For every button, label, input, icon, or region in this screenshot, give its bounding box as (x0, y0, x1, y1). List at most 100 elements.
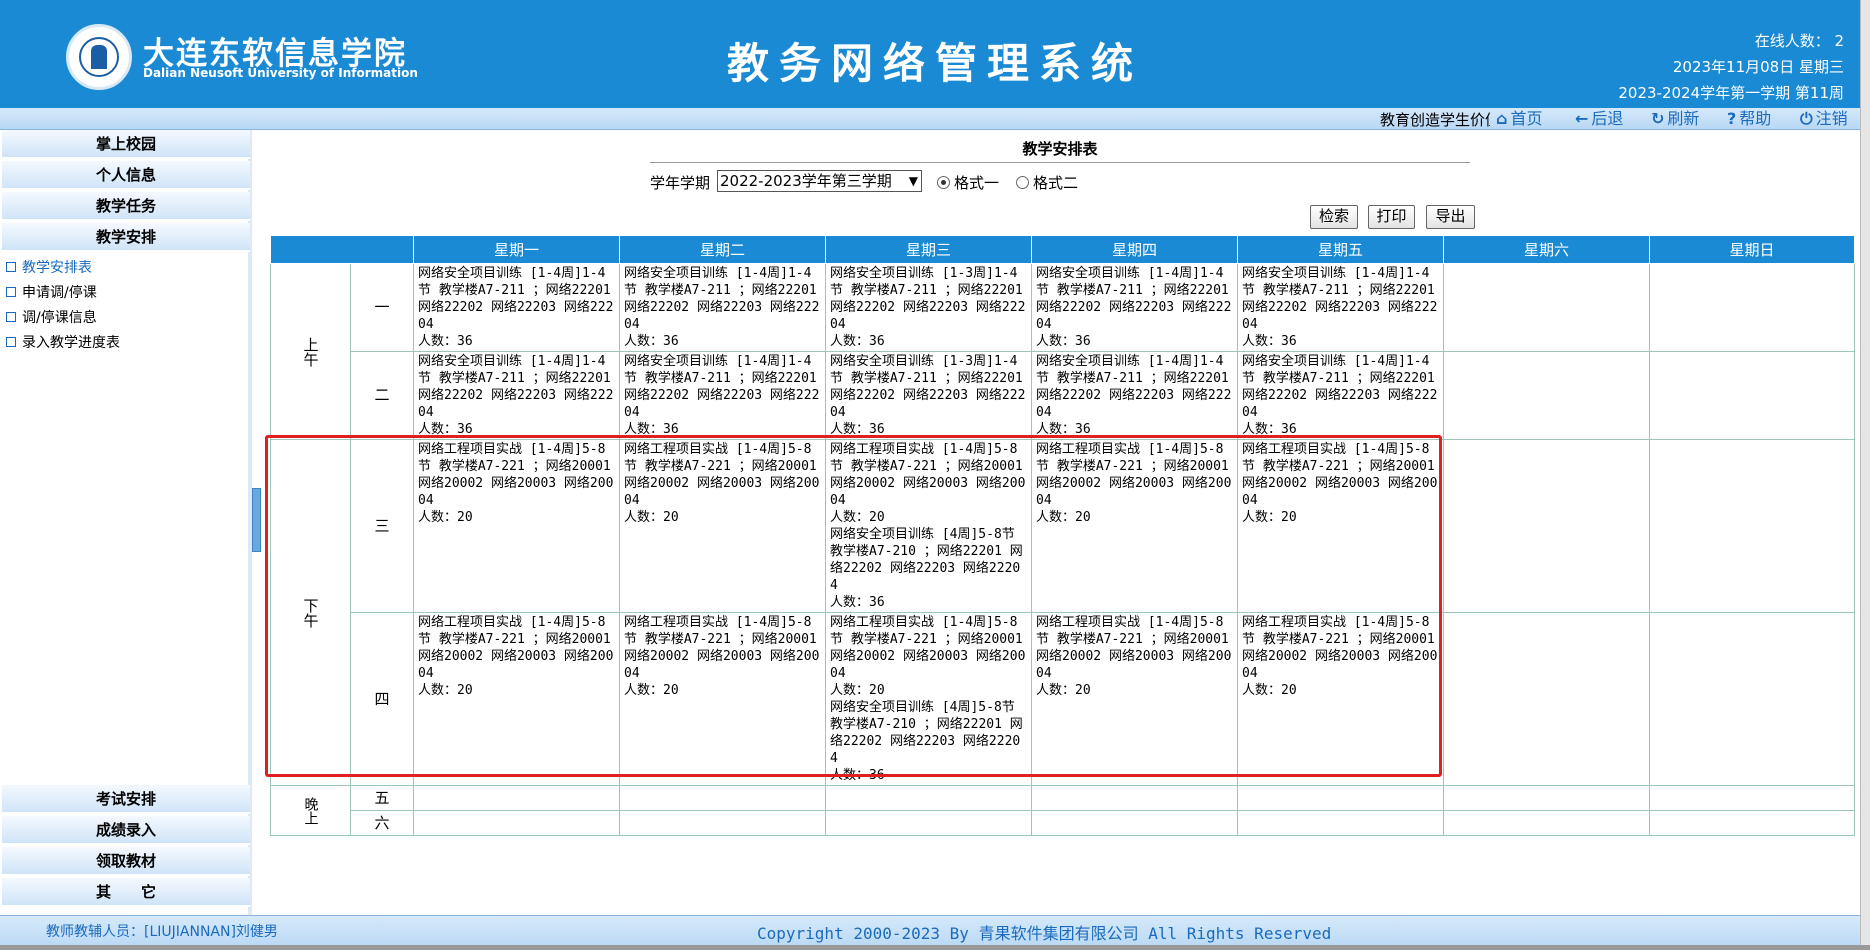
sidebar-teaching-tasks[interactable]: 教学任务 (2, 192, 250, 221)
schedule-cell[interactable] (1237, 810, 1444, 836)
schedule-cell[interactable] (1443, 785, 1650, 811)
schedule-cell[interactable]: 网络工程项目实战 [1-4周]5-8节 教学楼A7-221 ；网络20001 网… (825, 439, 1032, 613)
logout-link[interactable]: ⏻ 注销 (1800, 108, 1848, 130)
term-label: 学年学期 (650, 174, 711, 192)
schedule-cell[interactable] (1649, 785, 1855, 811)
schedule-cell[interactable] (1443, 810, 1650, 836)
refresh-link[interactable]: ↻ 刷新 (1651, 108, 1699, 130)
sidebar-other[interactable]: 其 它 (2, 878, 250, 907)
export-button[interactable]: 导出 (1426, 205, 1475, 229)
schedule-cell[interactable]: 网络安全项目训练 [1-4周]1-4节 教学楼A7-211 ；网络22201 网… (619, 351, 826, 440)
schedule-cell[interactable]: 网络安全项目训练 [1-4周]1-4节 教学楼A7-211 ；网络22201 网… (1031, 263, 1238, 352)
search-button[interactable]: 检索 (1310, 205, 1358, 229)
schedule-cell[interactable] (1649, 612, 1855, 786)
half-day-label: 晚上 (270, 785, 351, 836)
sidebar-exam-arrangement[interactable]: 考试安排 (2, 785, 250, 814)
sidebar-mobile-campus[interactable]: 掌上校园 (2, 130, 250, 159)
sidebar-grade-entry[interactable]: 成绩录入 (2, 816, 250, 845)
refresh-label: 刷新 (1667, 109, 1700, 128)
format-one-radio[interactable]: 格式一 (937, 172, 999, 193)
copyright-org-link[interactable]: 青果软件集团有限公司 (979, 924, 1139, 943)
schedule-cell[interactable] (1237, 785, 1444, 811)
refresh-icon: ↻ (1651, 109, 1665, 128)
schedule-cell[interactable]: 网络工程项目实战 [1-4周]5-8节 教学楼A7-221 ；网络20001 网… (1031, 612, 1238, 786)
schedule-cell[interactable] (413, 810, 620, 836)
period-row: 上午 一 网络安全项目训练 [1-4周]1-4节 教学楼A7-211 ；网络22… (270, 263, 1855, 440)
schedule-cell[interactable] (1031, 785, 1238, 811)
period-row: 下午 三 网络工程项目实战 [1-4周]5-8节 教学楼A7-221 ；网络20… (270, 439, 1855, 786)
system-title: 教务网络管理系统 (726, 39, 1143, 88)
schedule-cell[interactable]: 网络安全项目训练 [1-4周]1-4节 教学楼A7-211 ；网络22201 网… (1237, 263, 1444, 352)
radio-label: 格式二 (1033, 174, 1079, 192)
schedule-cell[interactable]: 网络安全项目训练 [1-4周]1-4节 教学楼A7-211 ；网络22201 网… (413, 263, 620, 352)
schedule-cell[interactable] (1649, 439, 1855, 613)
schedule-cell[interactable]: 网络工程项目实战 [1-4周]5-8节 教学楼A7-221 ；网络20001 网… (413, 612, 620, 786)
day-header-row: 星期一 星期二 星期三 星期四 星期五 星期六 星期日 (270, 235, 1855, 264)
checkbox-icon (6, 287, 16, 297)
schedule-cell[interactable]: 网络工程项目实战 [1-4周]5-8节 教学楼A7-221 ；网络20001 网… (1031, 439, 1238, 613)
checkbox-icon (6, 337, 16, 347)
schedule-cell[interactable] (619, 785, 826, 811)
radio-icon (1016, 176, 1029, 189)
day-header: 星期四 (1031, 235, 1238, 264)
sidebar-item-progress[interactable]: 录入教学进度表 (6, 332, 120, 352)
schedule-cell[interactable] (413, 785, 620, 811)
sidebar-teaching-arrangement[interactable]: 教学安排 (2, 223, 250, 252)
schedule-cell[interactable] (1443, 439, 1650, 613)
schedule-cell[interactable]: 网络工程项目实战 [1-4周]5-8节 教学楼A7-221 ；网络20001 网… (825, 612, 1032, 786)
back-link[interactable]: ← 后退 (1575, 108, 1623, 130)
home-link[interactable]: ⌂ 首页 (1496, 108, 1542, 130)
sidebar-item-schedule[interactable]: 教学安排表 (6, 257, 92, 277)
schedule-cell[interactable] (1443, 263, 1650, 352)
schedule-cell[interactable] (1031, 810, 1238, 836)
footer-copyright: Copyright 2000-2023 By 青果软件集团有限公司 All Ri… (757, 920, 1331, 944)
schedule-cell[interactable] (1443, 351, 1650, 440)
copyright-text: Copyright 2000-2023 By (757, 924, 969, 943)
term-select[interactable]: 2022-2023学年第三学期 ▼ (717, 170, 922, 192)
sidebar: 掌上校园 个人信息 教学任务 教学安排 教学安排表 申请调/停课 调/停课信息 … (0, 130, 252, 915)
help-link[interactable]: ? 帮助 (1727, 108, 1771, 130)
schedule-cell[interactable]: 网络安全项目训练 [1-4周]1-4节 教学楼A7-211 ；网络22201 网… (619, 263, 826, 352)
schedule-cell[interactable]: 网络安全项目训练 [1-3周]1-4节 教学楼A7-211 ；网络22201 网… (825, 351, 1032, 440)
day-header: 星期五 (1237, 235, 1444, 264)
current-date: 2023年11月08日 星期三 (1672, 58, 1844, 76)
schedule-cell[interactable]: 网络工程项目实战 [1-4周]5-8节 教学楼A7-221 ；网络20001 网… (1237, 439, 1444, 613)
schedule-cell[interactable] (619, 810, 826, 836)
period-row: 晚上 五 (270, 785, 1855, 836)
format-two-radio[interactable]: 格式二 (1016, 172, 1078, 193)
sidebar-item-apply-change[interactable]: 申请调/停课 (6, 282, 97, 302)
schedule-cell[interactable]: 网络安全项目训练 [1-4周]1-4节 教学楼A7-211 ；网络22201 网… (413, 351, 620, 440)
marquee-motto: 教育创造学生价值 (1380, 111, 1490, 129)
sidebar-textbooks[interactable]: 领取教材 (2, 847, 250, 876)
checkbox-icon (6, 312, 16, 322)
schedule-cell[interactable]: 网络安全项目训练 [1-3周]1-4节 教学楼A7-211 ；网络22201 网… (825, 263, 1032, 352)
window-right-edge (1860, 0, 1870, 950)
schedule-cell[interactable]: 网络安全项目训练 [1-4周]1-4节 教学楼A7-211 ；网络22201 网… (1237, 351, 1444, 440)
checkbox-icon (6, 262, 16, 272)
print-button[interactable]: 打印 (1368, 205, 1415, 229)
period-label: 四 (350, 612, 414, 786)
period-row: 四 网络工程项目实战 [1-4周]5-8节 教学楼A7-221 ；网络20001… (271, 612, 1855, 786)
schedule-cell[interactable]: 网络工程项目实战 [1-4周]5-8节 教学楼A7-221 ；网络20001 网… (413, 439, 620, 613)
back-icon: ← (1575, 109, 1589, 128)
schedule-cell[interactable] (1649, 263, 1855, 352)
schedule-cell[interactable]: 网络工程项目实战 [1-4周]5-8节 教学楼A7-221 ；网络20001 网… (1237, 612, 1444, 786)
schedule-cell[interactable] (1443, 612, 1650, 786)
sidebar-collapse-handle[interactable] (252, 488, 261, 552)
schedule-cell[interactable]: 网络工程项目实战 [1-4周]5-8节 教学楼A7-221 ；网络20001 网… (619, 612, 826, 786)
sidebar-item-change-info[interactable]: 调/停课信息 (6, 307, 97, 327)
day-header: 星期二 (619, 235, 826, 264)
schedule-cell[interactable] (1649, 810, 1855, 836)
schedule-cell[interactable]: 网络安全项目训练 [1-4周]1-4节 教学楼A7-211 ；网络22201 网… (1031, 351, 1238, 440)
sidebar-personal-info[interactable]: 个人信息 (2, 161, 250, 190)
schedule-cell[interactable]: 网络工程项目实战 [1-4周]5-8节 教学楼A7-221 ；网络20001 网… (619, 439, 826, 613)
help-icon: ? (1727, 109, 1737, 128)
half-day-label: 下午 (270, 439, 351, 786)
footer-teacher-info: 教师教辅人员：[LIUJIANNAN]刘健男 (46, 924, 278, 940)
back-label: 后退 (1591, 109, 1624, 128)
schedule-cell[interactable] (825, 810, 1032, 836)
logout-label: 注销 (1815, 109, 1848, 128)
schedule-cell[interactable] (825, 785, 1032, 811)
schedule-cell[interactable] (1649, 351, 1855, 440)
sidebar-item-label: 申请调/停课 (22, 285, 97, 301)
